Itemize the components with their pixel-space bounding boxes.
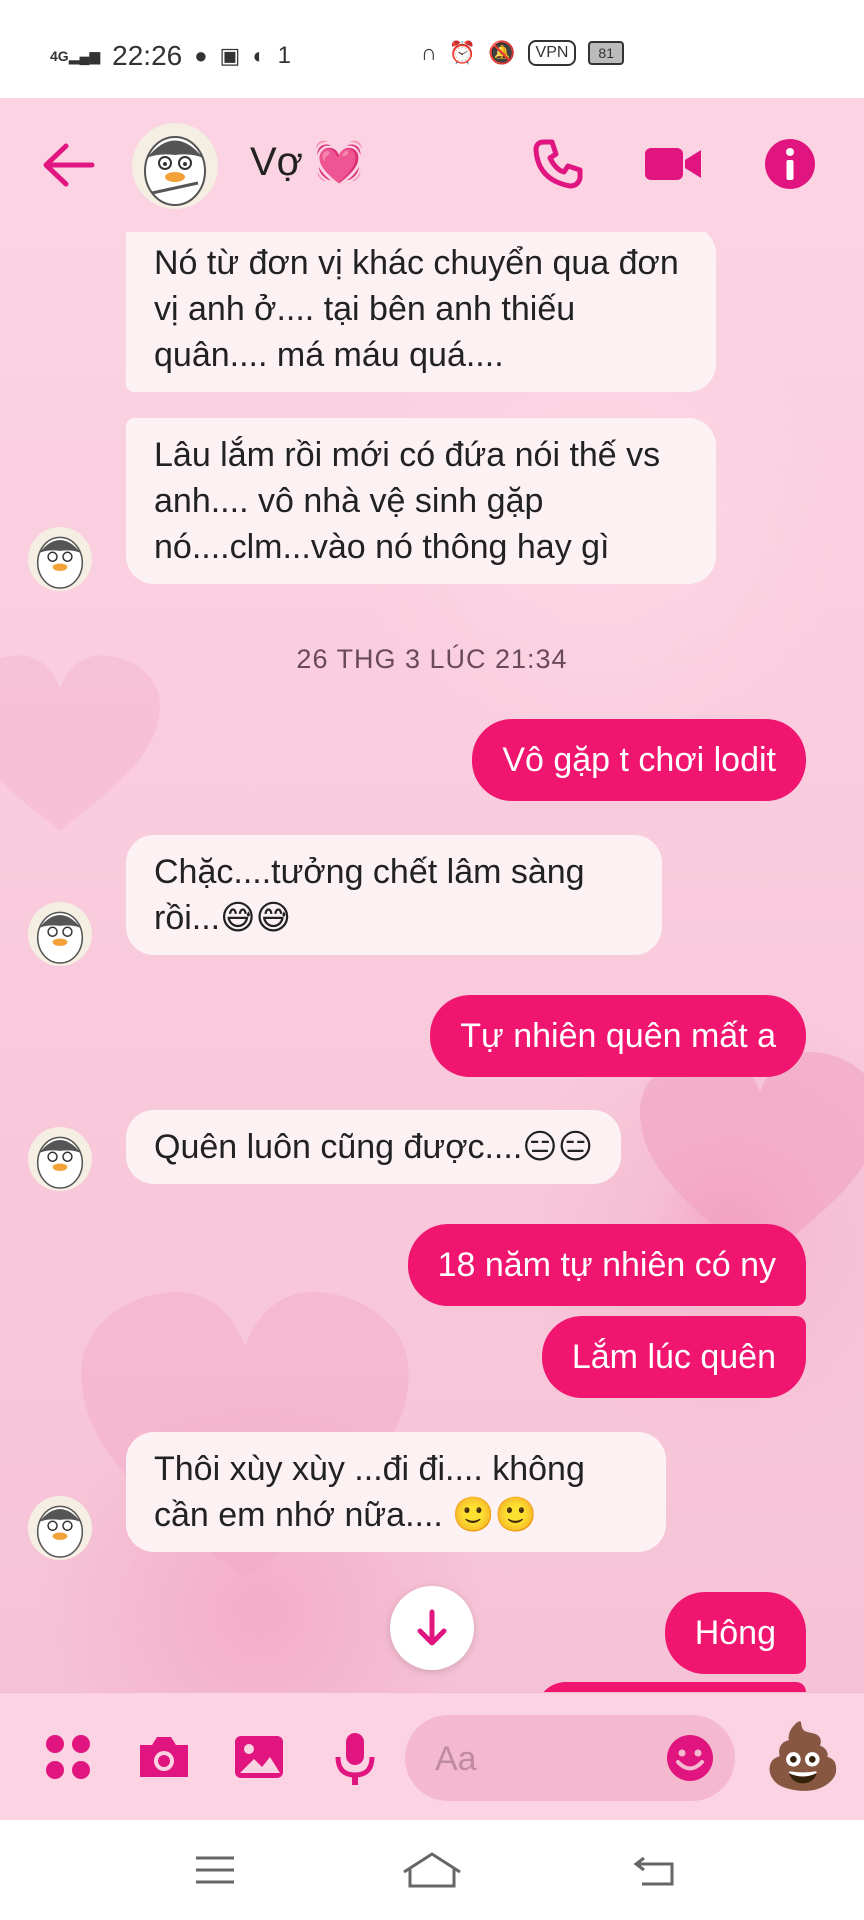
message-text: Nó từ đơn vị khác chuyển qua đơn vị anh … — [154, 244, 679, 374]
contact-avatar-small[interactable] — [28, 527, 92, 591]
mute-icon: 🔕 — [488, 40, 516, 65]
contact-avatar-small[interactable] — [28, 1496, 92, 1560]
system-nav-bar — [0, 1820, 864, 1920]
message-text: Lắm lúc quên — [571, 1338, 776, 1376]
contact-avatar-small[interactable] — [28, 1127, 92, 1191]
video-camera-icon[interactable] — [643, 136, 701, 192]
battery-icon: 81 — [588, 41, 624, 65]
sent-message[interactable]: Hông — [664, 1592, 806, 1674]
received-message[interactable]: Chặc....tưởng chết lâm sàng rồi...😅😅 — [126, 835, 662, 955]
message-input[interactable] — [433, 1733, 657, 1785]
received-message[interactable]: Lâu lắm rồi mới có đứa nói thế vs anh...… — [126, 418, 716, 584]
timestamp-divider: 26 THG 3 LÚC 21:34 — [296, 644, 568, 674]
alarm-icon: ⏰ — [448, 40, 477, 65]
quick-reaction-button[interactable]: 💩 — [762, 1715, 844, 1797]
heart-decoration-icon — [0, 655, 160, 831]
received-message[interactable]: Thôi xùy xùy ...đi đi.... không cần em n… — [126, 1432, 666, 1552]
camera-icon[interactable] — [136, 1731, 188, 1783]
received-message[interactable]: Quên luôn cũng được....😑😑 — [126, 1110, 622, 1184]
back-icon[interactable] — [630, 1850, 680, 1890]
sent-message-partial — [536, 1682, 806, 1692]
leaf-icon: ◐ — [252, 43, 266, 68]
received-message[interactable]: Nó từ đơn vị khác chuyển qua đơn vị anh … — [126, 232, 716, 392]
message-text: 18 năm tự nhiên có ny — [437, 1246, 776, 1284]
message-text: Hông — [694, 1614, 776, 1652]
back-arrow-icon[interactable] — [40, 140, 96, 190]
emoji-icon[interactable] — [665, 1733, 715, 1783]
apps-icon[interactable] — [42, 1731, 94, 1783]
signal-icon: 4G▂▄▆ — [50, 47, 101, 64]
sent-message[interactable]: 18 năm tự nhiên có ny — [407, 1224, 806, 1306]
contact-name[interactable]: Vợ 💓 — [250, 138, 364, 185]
image-icon[interactable] — [232, 1731, 284, 1783]
home-icon[interactable] — [400, 1850, 464, 1890]
notification-count: 1 — [277, 42, 291, 69]
network-type: 4G — [50, 47, 69, 64]
messenger-icon: ● — [194, 43, 208, 68]
message-text: Chặc....tưởng chết lâm sàng rồi...😅😅 — [154, 853, 585, 937]
contact-avatar[interactable] — [132, 123, 218, 209]
phone-icon[interactable] — [530, 136, 586, 192]
news-app-icon: ▣ — [219, 43, 241, 68]
arrow-down-icon — [417, 1609, 447, 1646]
info-icon[interactable] — [762, 136, 818, 192]
message-text: Vô gặp t chơi lodit — [502, 741, 776, 779]
contact-avatar-small[interactable] — [28, 902, 92, 966]
sent-message[interactable]: Vô gặp t chơi lodit — [472, 719, 806, 801]
microphone-icon[interactable] — [330, 1731, 382, 1785]
message-list[interactable]: Nó từ đơn vị khác chuyển qua đơn vị anh … — [0, 232, 864, 1692]
status-bar: 4G▂▄▆ 22:26 ● ▣ ◐ 1 ∩ ⏰ 🔕 VPN 81 — [0, 0, 864, 98]
message-composer: 💩 — [0, 1692, 864, 1821]
message-text: Tự nhiên quên mất a — [460, 1017, 776, 1055]
sent-message[interactable]: Tự nhiên quên mất a — [430, 995, 806, 1077]
vpn-badge: VPN — [527, 40, 577, 66]
message-text: Thôi xùy xùy ...đi đi.... không cần em n… — [154, 1450, 585, 1534]
message-text: Lâu lắm rồi mới có đứa nói thế vs anh...… — [154, 436, 661, 566]
scroll-to-bottom-button[interactable] — [390, 1586, 474, 1670]
sent-message[interactable]: Lắm lúc quên — [541, 1316, 806, 1398]
clock: 22:26 — [112, 40, 183, 71]
chat-header: Vợ 💓 — [0, 98, 864, 233]
menu-icon[interactable] — [190, 1850, 240, 1890]
message-text: Quên luôn cũng được....😑😑 — [154, 1128, 594, 1166]
headphones-icon: ∩ — [420, 40, 437, 65]
status-right: ∩ ⏰ 🔕 VPN 81 — [421, 40, 624, 66]
status-left: 4G▂▄▆ 22:26 ● ▣ ◐ 1 — [50, 40, 291, 72]
message-input-field[interactable] — [405, 1715, 735, 1801]
